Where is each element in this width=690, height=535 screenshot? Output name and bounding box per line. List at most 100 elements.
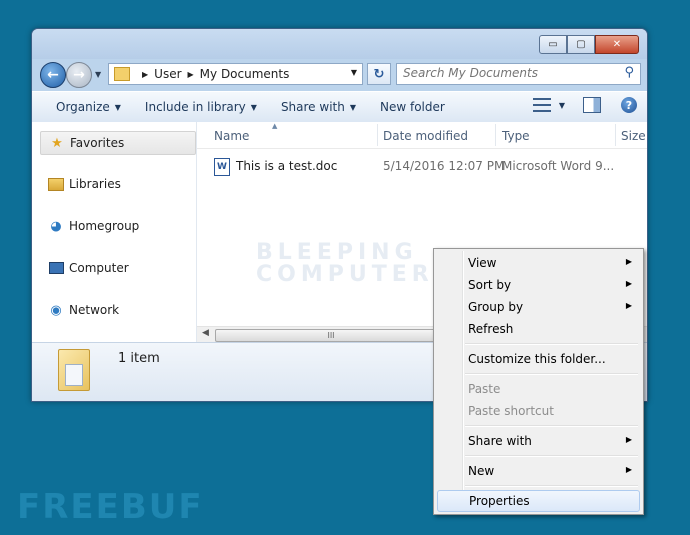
view-controls: ▼ ? bbox=[532, 97, 637, 113]
menu-item-refresh[interactable]: Refresh bbox=[437, 319, 640, 339]
column-divider[interactable] bbox=[615, 124, 616, 146]
search-input[interactable] bbox=[397, 64, 609, 82]
maximize-button[interactable]: ▢ bbox=[567, 35, 595, 54]
dropdown-arrow-icon: ▼ bbox=[250, 102, 257, 112]
sidebar-item-label: Computer bbox=[69, 261, 129, 275]
scrollbar-thumb[interactable]: III bbox=[215, 329, 447, 342]
share-with-button[interactable]: Share with ▼ bbox=[281, 100, 356, 114]
include-in-library-label: Include in library bbox=[144, 100, 246, 114]
file-row[interactable]: W This is a test.doc 5/14/2016 12:07 PM … bbox=[214, 157, 634, 176]
column-divider[interactable] bbox=[495, 124, 496, 146]
column-name[interactable]: Name bbox=[214, 129, 249, 143]
refresh-button[interactable]: ↻ bbox=[367, 63, 391, 85]
menu-item-customize-folder[interactable]: Customize this folder... bbox=[437, 349, 640, 369]
sidebar-item-computer[interactable]: Computer bbox=[40, 257, 194, 279]
star-icon: ★ bbox=[51, 135, 63, 151]
menu-separator bbox=[465, 373, 638, 375]
sidebar-item-label: Favorites bbox=[70, 136, 125, 150]
navigation-bar: ← → ▼ ▶ User ▶ My Documents ▼ ↻ ⚲ bbox=[38, 61, 641, 88]
minimize-button[interactable]: ▭ bbox=[539, 35, 567, 54]
navigation-pane: ★ Favorites Libraries ◕ Homegroup Comput… bbox=[32, 122, 197, 342]
menu-item-share-with[interactable]: Share with ▶ bbox=[437, 431, 640, 451]
menu-item-label: View bbox=[468, 256, 497, 270]
menu-item-label: Sort by bbox=[468, 278, 512, 292]
file-type: Microsoft Word 9... bbox=[502, 159, 615, 173]
title-bar[interactable]: ▭ ▢ ✕ bbox=[32, 29, 647, 59]
menu-item-label: Properties bbox=[469, 494, 530, 508]
breadcrumb-item-user[interactable]: User bbox=[154, 67, 181, 81]
menu-item-properties[interactable]: Properties bbox=[437, 490, 640, 512]
context-menu: View ▶ Sort by ▶ Group by ▶ Refresh Customi… bbox=[433, 248, 644, 515]
breadcrumb-item-my-documents[interactable]: My Documents bbox=[200, 67, 290, 81]
scroll-left-icon[interactable]: ◀ bbox=[202, 328, 209, 338]
menu-item-paste-shortcut[interactable]: Paste shortcut bbox=[437, 401, 640, 421]
share-with-label: Share with bbox=[280, 100, 345, 114]
forward-arrow-icon: → bbox=[73, 67, 85, 83]
close-button[interactable]: ✕ bbox=[595, 35, 639, 54]
breadcrumb-separator-icon[interactable]: ▶ bbox=[188, 70, 194, 79]
sidebar-item-favorites[interactable]: ★ Favorites bbox=[40, 131, 196, 155]
menu-separator bbox=[465, 485, 638, 487]
menu-item-sort-by[interactable]: Sort by ▶ bbox=[437, 275, 640, 295]
submenu-arrow-icon: ▶ bbox=[625, 465, 632, 474]
file-date: 5/14/2016 12:07 PM bbox=[383, 159, 505, 173]
new-folder-label: New folder bbox=[380, 100, 445, 114]
dropdown-arrow-icon: ▼ bbox=[114, 102, 121, 112]
menu-item-label: Paste shortcut bbox=[468, 404, 554, 418]
organize-button[interactable]: Organize ▼ bbox=[56, 100, 121, 114]
scrollbar-grip: III bbox=[327, 331, 335, 340]
submenu-arrow-icon: ▶ bbox=[625, 279, 632, 288]
new-folder-button[interactable]: New folder bbox=[380, 100, 445, 114]
folder-icon bbox=[58, 349, 90, 391]
menu-item-view[interactable]: View ▶ bbox=[437, 253, 640, 273]
menu-item-label: Paste bbox=[468, 382, 501, 396]
menu-separator bbox=[465, 343, 638, 345]
menu-item-paste[interactable]: Paste bbox=[437, 379, 640, 399]
menu-item-new[interactable]: New ▶ bbox=[437, 461, 640, 481]
recent-pages-dropdown-icon[interactable]: ▼ bbox=[95, 70, 101, 79]
address-bar[interactable]: ▶ User ▶ My Documents ▼ bbox=[108, 63, 363, 85]
network-icon: ◉ bbox=[50, 302, 62, 318]
libraries-icon bbox=[48, 177, 64, 191]
submenu-arrow-icon: ▶ bbox=[625, 301, 632, 310]
refresh-icon: ↻ bbox=[373, 66, 385, 82]
column-divider[interactable] bbox=[377, 124, 378, 146]
menu-item-label: Customize this folder... bbox=[468, 352, 606, 366]
address-dropdown-icon[interactable]: ▼ bbox=[351, 68, 357, 77]
menu-separator bbox=[465, 455, 638, 457]
back-button[interactable]: ← bbox=[40, 62, 66, 88]
menu-item-label: New bbox=[468, 464, 495, 478]
include-in-library-button[interactable]: Include in library ▼ bbox=[145, 100, 257, 114]
view-dropdown-icon[interactable]: ▼ bbox=[559, 101, 565, 110]
submenu-arrow-icon: ▶ bbox=[625, 435, 632, 444]
column-type[interactable]: Type bbox=[502, 129, 530, 143]
preview-pane-icon[interactable] bbox=[583, 97, 601, 113]
dropdown-arrow-icon: ▼ bbox=[349, 102, 356, 112]
change-view-icon[interactable] bbox=[532, 98, 551, 112]
column-headers: ▲ Name Date modified Type Size bbox=[197, 122, 647, 149]
search-icon[interactable]: ⚲ bbox=[624, 65, 634, 80]
sidebar-item-label: Libraries bbox=[69, 177, 121, 191]
column-date-modified[interactable]: Date modified bbox=[383, 129, 468, 143]
menu-item-label: Refresh bbox=[468, 322, 514, 336]
sidebar-item-homegroup[interactable]: ◕ Homegroup bbox=[40, 215, 194, 237]
watermark-line-1: BLEEPING bbox=[256, 240, 418, 265]
command-bar: Organize ▼ Include in library ▼ Share with… bbox=[32, 91, 647, 123]
menu-separator bbox=[465, 425, 638, 427]
help-icon[interactable]: ? bbox=[621, 97, 637, 113]
sidebar-item-label: Homegroup bbox=[69, 219, 140, 233]
menu-item-label: Group by bbox=[468, 300, 524, 314]
menu-item-group-by[interactable]: Group by ▶ bbox=[437, 297, 640, 317]
bleepingcomputer-watermark: BLEEPING COMPUTER bbox=[256, 242, 434, 286]
freebuf-watermark: FREEBUF bbox=[17, 487, 204, 527]
column-size[interactable]: Size bbox=[621, 129, 646, 143]
forward-button[interactable]: → bbox=[66, 62, 92, 88]
sidebar-item-libraries[interactable]: Libraries bbox=[40, 173, 194, 195]
item-count: 1 item bbox=[118, 351, 160, 366]
breadcrumb-separator-icon[interactable]: ▶ bbox=[142, 70, 148, 79]
search-box: ⚲ bbox=[396, 63, 641, 85]
sidebar-item-label: Network bbox=[69, 303, 120, 317]
submenu-arrow-icon: ▶ bbox=[625, 257, 632, 266]
menu-item-label: Share with bbox=[468, 434, 532, 448]
sidebar-item-network[interactable]: ◉ Network bbox=[40, 299, 194, 321]
